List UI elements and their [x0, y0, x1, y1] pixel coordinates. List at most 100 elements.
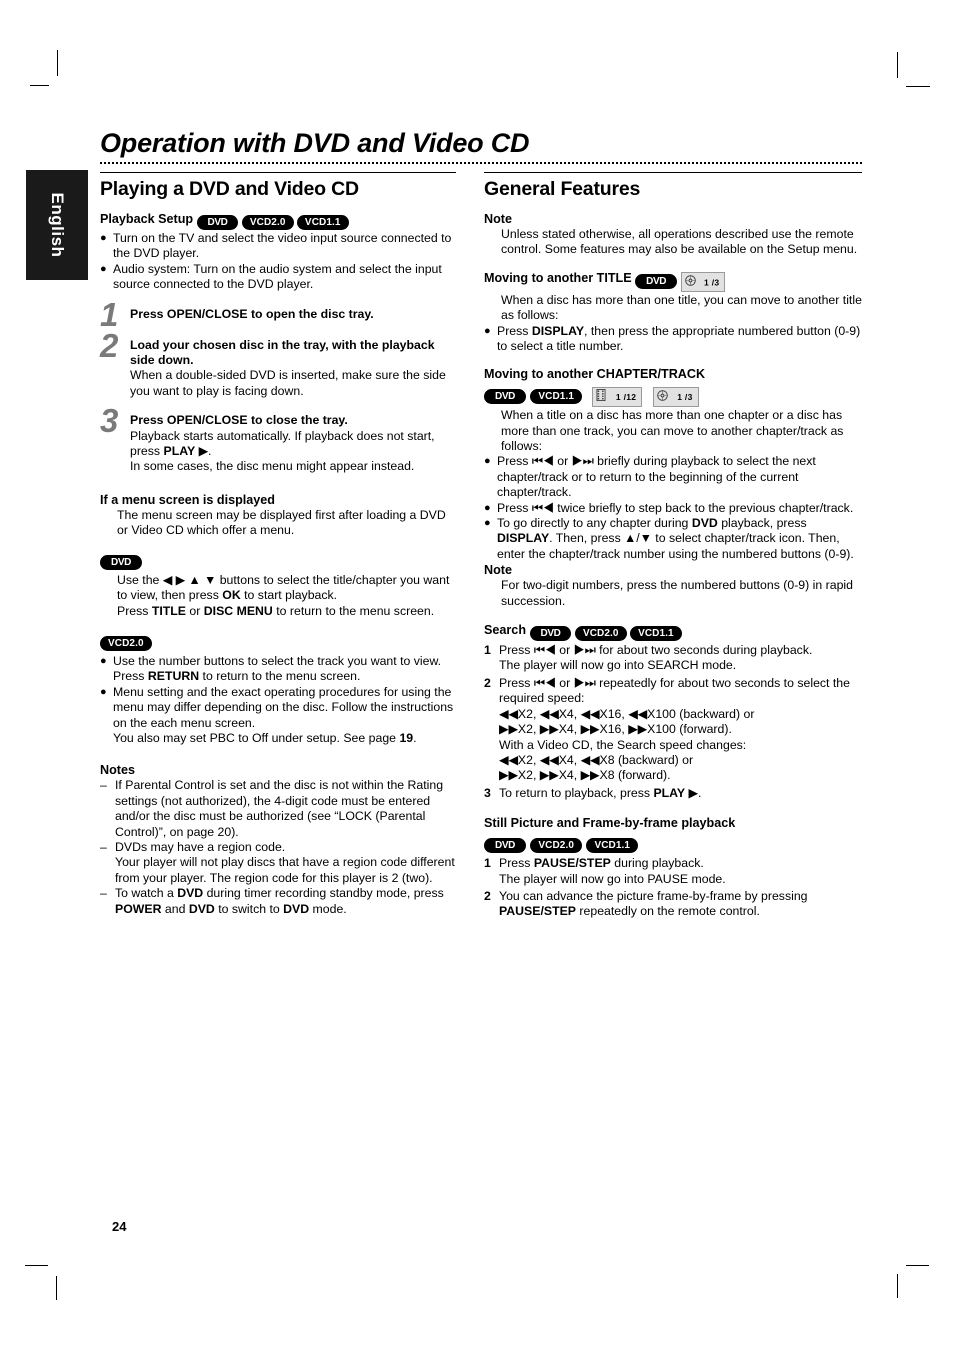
bullet-icon: ● — [484, 455, 491, 468]
badge-track-indicator: 1 /3 — [652, 387, 699, 408]
list-item: ● Use the number buttons to select the t… — [100, 654, 456, 685]
chapter-badges-row: DVD VCD1.1 1 /12 1 /3 — [484, 383, 862, 408]
still-step-2-line-1: You can advance the picture frame-by-fra… — [499, 888, 808, 919]
pill-vcd20: VCD2.0 — [530, 838, 582, 854]
bullet-icon: ● — [484, 517, 491, 530]
chapter-bullet-list: ● Press ⏮◀ or ▶⏭ briefly during playback… — [484, 454, 862, 562]
list-item: ● Menu setting and the exact operating p… — [100, 685, 456, 747]
search-step-2-line-3: ▶▶X2, ▶▶X4, ▶▶X16, ▶▶X100 (forward). — [499, 722, 732, 737]
pill-vcd11: VCD1.1 — [630, 626, 682, 642]
still-step-2: 2 You can advance the picture frame-by-f… — [484, 889, 862, 920]
vcd-bullet-2-extra: You also may set PBC to Off under setup.… — [113, 730, 417, 745]
note-item-3: To watch a DVD during timer recording st… — [115, 886, 444, 916]
still-heading: Still Picture and Frame-by-frame playbac… — [484, 816, 736, 831]
right-column: General Features Note Unless stated othe… — [484, 172, 862, 920]
page-body: Operation with DVD and Video CD Playing … — [0, 0, 954, 1351]
search-step-2-line-6: ▶▶X2, ▶▶X4, ▶▶X8 (forward). — [499, 768, 671, 783]
bullet-icon: ● — [100, 232, 107, 244]
pill-vcd20: VCD2.0 — [100, 635, 152, 651]
search-step-2-line-1: Press ⏮◀ or ▶⏭ repeatedly for about two … — [499, 675, 850, 706]
still-pill-row: DVD VCD2.0 VCD1.1 — [484, 832, 862, 854]
left-section-rule — [100, 172, 456, 173]
pill-dvd: DVD — [484, 838, 526, 854]
chapter-note-heading: Note — [484, 563, 512, 578]
film-strip-icon — [596, 389, 606, 405]
search-step-3: 3 To return to playback, press PLAY ▶. — [484, 786, 862, 801]
title-section-bullet: Press DISPLAY, then press the appropriat… — [497, 323, 861, 354]
pill-vcd20: VCD2.0 — [241, 215, 294, 230]
title-section-intro: When a disc has more than one title, you… — [501, 292, 862, 323]
step-3-number: 3 — [100, 402, 119, 440]
still-step-2-number: 2 — [484, 888, 491, 903]
step-2-title: Load your chosen disc in the tray, with … — [130, 337, 435, 368]
menu-screen-dvd-line-2: Press TITLE or DISC MENU to return to th… — [117, 603, 435, 618]
playback-setup-heading: Playback Setup — [100, 212, 194, 226]
pill-vcd11: VCD1.1 — [530, 389, 582, 405]
search-steps: 1 Press ⏮◀ or ▶⏭ for about two seconds d… — [484, 643, 862, 801]
dash-icon: – — [100, 886, 107, 901]
pill-dvd: DVD — [635, 273, 678, 289]
pill-vcd11: VCD1.1 — [296, 215, 349, 230]
still-step-1-number: 1 — [484, 856, 491, 871]
right-section-rule — [484, 172, 862, 173]
title-section-heading-row: Moving to another TITLE DVD 1 /3 — [484, 271, 862, 292]
disc-icon — [657, 389, 668, 405]
pill-dvd: DVD — [484, 389, 526, 405]
list-item: ● Press ⏮◀ twice briefly to step back to… — [484, 501, 862, 516]
still-step-1: 1 Press PAUSE/STEP during playback. The … — [484, 856, 862, 887]
page-number: 24 — [112, 1219, 127, 1234]
badge-title-text: 1 /3 — [704, 277, 720, 288]
search-heading-row: Search DVD VCD2.0 VCD1.1 — [484, 623, 862, 642]
vcd20-pill-row: VCD2.0 — [100, 631, 456, 651]
notes-heading: Notes — [100, 763, 135, 778]
menu-screen-heading: If a menu screen is displayed — [100, 492, 275, 507]
still-step-1-line-2: The player will now go into PAUSE mode. — [499, 871, 726, 886]
search-heading: Search — [484, 623, 527, 638]
step-1-body: Press OPEN/CLOSE to open the disc tray. — [130, 307, 456, 324]
search-step-2-number: 2 — [484, 675, 491, 690]
step-2-body: Load your chosen disc in the tray, with … — [130, 338, 456, 400]
badge-track-text: 1 /3 — [677, 392, 693, 403]
dvd-pill-row: DVD — [100, 550, 456, 570]
menu-screen-intro: The menu screen may be displayed first a… — [117, 507, 446, 538]
notes-list: – If Parental Control is set and the dis… — [100, 778, 456, 917]
bullet-icon: ● — [100, 654, 107, 667]
vcd-bullet-1-extra: Press RETURN to return to the menu scree… — [113, 669, 361, 684]
badge-chapter-text: 1 /12 — [615, 392, 637, 403]
list-item: – If Parental Control is set and the dis… — [100, 778, 456, 840]
note-item-1: If Parental Control is set and the disc … — [115, 778, 444, 839]
list-item: ● Press ⏮◀ or ▶⏭ briefly during playback… — [484, 454, 862, 500]
chapter-bullet-3: To go directly to any chapter during DVD… — [497, 516, 854, 561]
chapter-section-intro: When a title on a disc has more than one… — [501, 408, 844, 454]
pill-vcd20: VCD2.0 — [574, 626, 627, 642]
dash-icon: – — [100, 839, 107, 854]
bullet-icon: ● — [484, 501, 491, 514]
still-step-1-line-1: Press PAUSE/STEP during playback. — [499, 856, 704, 871]
list-item: ● To go directly to any chapter during D… — [484, 516, 862, 562]
bullet-icon: ● — [484, 324, 491, 337]
pill-vcd11: VCD1.1 — [586, 838, 639, 854]
left-column: Playing a DVD and Video CD Playback Setu… — [100, 172, 456, 917]
playback-setup-heading-row: Playback Setup DVD VCD2.0 VCD1.1 — [100, 212, 456, 230]
left-section-title: Playing a DVD and Video CD — [100, 178, 359, 200]
chapter-bullet-1: Press ⏮◀ or ▶⏭ briefly during playback t… — [497, 454, 816, 500]
right-section-title: General Features — [484, 178, 641, 200]
step-2-number: 2 — [100, 326, 119, 364]
vcd-bullet-1: Use the number buttons to select the tra… — [113, 653, 442, 668]
pill-dvd: DVD — [196, 215, 239, 230]
step-3-body: Press OPEN/CLOSE to close the tray. Play… — [130, 413, 456, 475]
still-steps: 1 Press PAUSE/STEP during playback. The … — [484, 856, 862, 920]
step-3-line-1: Playback starts automatically. If playba… — [130, 428, 435, 459]
bullet-icon: ● — [100, 685, 107, 698]
search-step-2-line-4: With a Video CD, the Search speed change… — [499, 737, 747, 752]
step-1: 1 Press OPEN/CLOSE to open the disc tray… — [100, 298, 456, 331]
step-3-title: Press OPEN/CLOSE to close the tray. — [130, 413, 348, 428]
bullet-icon: ● — [100, 262, 107, 275]
list-item: ● Audio system: Turn on the audio system… — [100, 262, 456, 293]
dash-icon: – — [100, 778, 107, 793]
menu-screen-vcd-list: ● Use the number buttons to select the t… — [100, 654, 456, 746]
step-1-title: Press OPEN/CLOSE to open the disc tray. — [130, 306, 374, 321]
pill-dvd: DVD — [529, 626, 572, 642]
header-dotted-divider — [100, 162, 862, 164]
title-section-bullet-list: ● Press DISPLAY, then press the appropri… — [484, 324, 862, 355]
